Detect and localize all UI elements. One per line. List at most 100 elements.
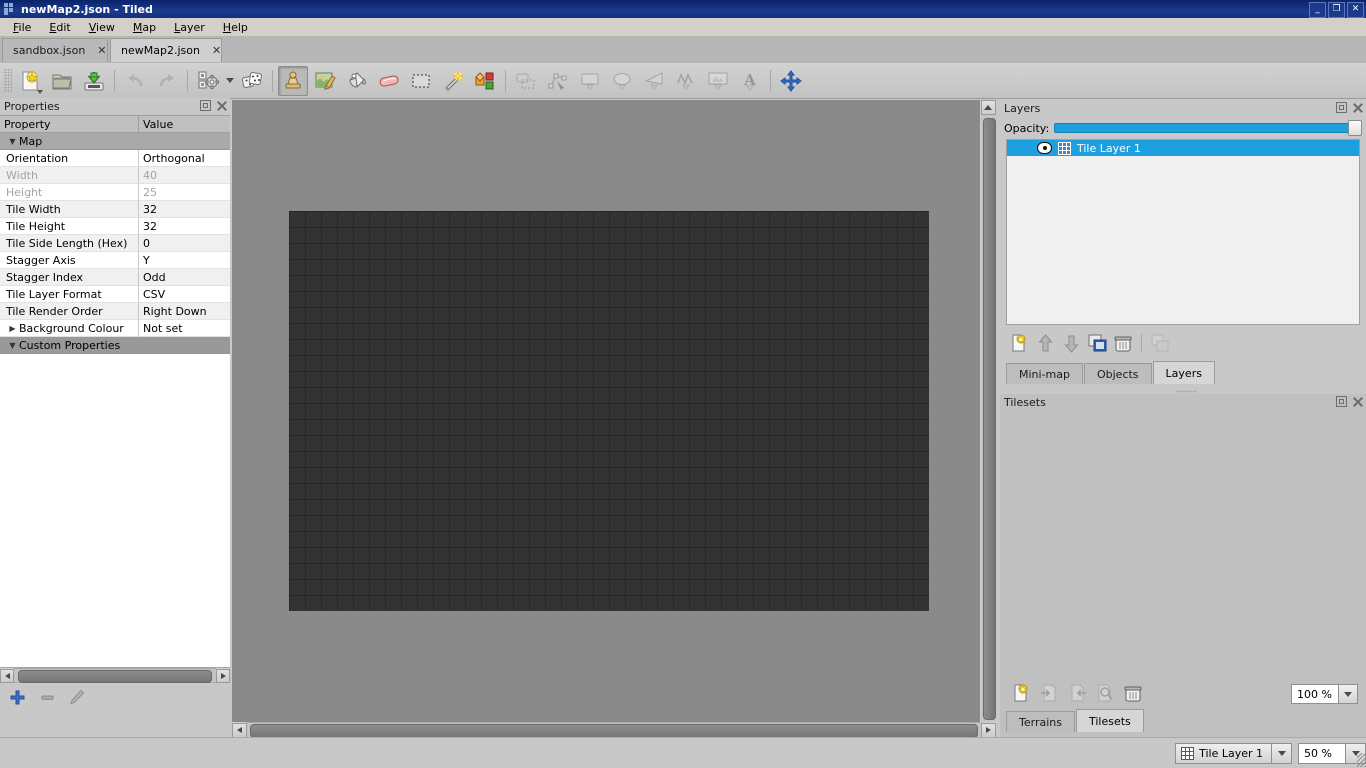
insert-ellipse-tool[interactable]: [607, 66, 637, 96]
property-row-tile-layer-format[interactable]: Tile Layer Format CSV: [0, 286, 230, 303]
document-tab-newmap2[interactable]: newMap2.json ✕: [110, 38, 222, 62]
chevron-down-icon[interactable]: [6, 137, 19, 146]
opacity-slider[interactable]: [1054, 120, 1362, 136]
eye-icon[interactable]: [1037, 142, 1052, 154]
map-properties-button[interactable]: [193, 66, 223, 96]
tab-objects[interactable]: Objects: [1083, 363, 1152, 384]
close-icon[interactable]: ✕: [212, 44, 221, 57]
close-button[interactable]: ✕: [1347, 2, 1364, 18]
insert-tile-tool[interactable]: [703, 66, 733, 96]
terrain-brush-tool[interactable]: [310, 66, 340, 96]
lower-layer-button[interactable]: [1060, 332, 1082, 354]
insert-polyline-tool[interactable]: [671, 66, 701, 96]
scroll-right-button[interactable]: [216, 668, 230, 683]
random-mode-button[interactable]: [237, 66, 267, 96]
opacity-slider-handle[interactable]: [1348, 120, 1362, 136]
export-tileset-button[interactable]: [1066, 682, 1088, 704]
property-row-tile-render-order[interactable]: Tile Render Order Right Down: [0, 303, 230, 320]
float-panel-icon[interactable]: [1336, 102, 1347, 113]
close-icon[interactable]: ✕: [97, 44, 106, 57]
new-map-button[interactable]: [15, 66, 45, 96]
canvas-vscroll-thumb[interactable]: [982, 118, 996, 720]
property-row-height[interactable]: Height 25: [0, 184, 230, 201]
window-resize-grip[interactable]: [1357, 753, 1366, 767]
remove-tileset-button[interactable]: [1122, 682, 1144, 704]
current-layer-selector[interactable]: Tile Layer 1: [1175, 742, 1292, 764]
duplicate-layer-button[interactable]: [1086, 332, 1108, 354]
map-tile-grid[interactable]: [289, 211, 929, 611]
raise-layer-button[interactable]: [1034, 332, 1056, 354]
menu-help[interactable]: Help: [214, 19, 257, 36]
scroll-right-button[interactable]: [981, 722, 996, 738]
property-row-width[interactable]: Width 40: [0, 167, 230, 184]
scroll-left-button[interactable]: [0, 668, 14, 683]
bucket-fill-tool[interactable]: [342, 66, 372, 96]
tileset-zoom-combo[interactable]: 100 %: [1291, 684, 1358, 704]
import-tileset-button[interactable]: [1038, 682, 1060, 704]
close-panel-icon[interactable]: [216, 100, 227, 111]
edit-tileset-button[interactable]: [1094, 682, 1116, 704]
scroll-left-button[interactable]: [232, 722, 247, 738]
rectangular-select-tool[interactable]: [406, 66, 436, 96]
restore-button[interactable]: ❐: [1328, 2, 1345, 18]
edit-property-button[interactable]: [68, 688, 86, 706]
insert-text-tool[interactable]: A: [735, 66, 765, 96]
open-map-button[interactable]: [47, 66, 77, 96]
property-row-tile-width[interactable]: Tile Width 32: [0, 201, 230, 218]
chevron-down-icon[interactable]: [37, 89, 43, 94]
property-row-tile-height[interactable]: Tile Height 32: [0, 218, 230, 235]
dock-splitter-handle[interactable]: [1175, 390, 1197, 393]
canvas-hscrollbar[interactable]: [232, 722, 996, 738]
tab-mini-map[interactable]: Mini-map: [1006, 363, 1083, 384]
float-panel-icon[interactable]: [1336, 396, 1347, 407]
tab-terrains[interactable]: Terrains: [1006, 711, 1075, 732]
menu-edit[interactable]: Edit: [40, 19, 79, 36]
close-panel-icon[interactable]: [1352, 102, 1363, 113]
properties-hscroll-thumb[interactable]: [18, 670, 212, 683]
chevron-down-icon[interactable]: [1339, 684, 1358, 704]
remove-property-button[interactable]: [38, 688, 56, 706]
edit-polygons-tool[interactable]: [543, 66, 573, 96]
new-tileset-button[interactable]: [1010, 682, 1032, 704]
stamp-brush-tool[interactable]: [278, 65, 308, 96]
properties-hscrollbar[interactable]: [0, 667, 230, 683]
menu-layer[interactable]: Layer: [165, 19, 214, 36]
scroll-up-button[interactable]: [980, 100, 996, 115]
tileset-zoom-value[interactable]: 100 %: [1291, 684, 1339, 704]
map-properties-dropdown[interactable]: [224, 67, 236, 95]
delete-layer-button[interactable]: [1112, 332, 1134, 354]
select-objects-tool[interactable]: [511, 66, 541, 96]
menu-file[interactable]: File: [4, 19, 40, 36]
document-tab-sandbox[interactable]: sandbox.json ✕: [2, 38, 108, 62]
chevron-down-icon[interactable]: [1272, 742, 1292, 764]
save-map-button[interactable]: [79, 66, 109, 96]
layer-list-item[interactable]: Tile Layer 1: [1007, 140, 1359, 156]
redo-button[interactable]: [152, 66, 182, 96]
property-row-stagger-axis[interactable]: Stagger Axis Y: [0, 252, 230, 269]
current-layer-face[interactable]: Tile Layer 1: [1175, 742, 1272, 764]
map-zoom-value[interactable]: 50 %: [1298, 742, 1346, 764]
canvas-vscroll-track[interactable]: [980, 115, 996, 723]
canvas-vscrollbar[interactable]: [980, 100, 996, 738]
add-property-button[interactable]: [8, 688, 26, 706]
canvas-hscroll-track[interactable]: [247, 722, 981, 738]
layer-list[interactable]: Tile Layer 1: [1006, 139, 1360, 325]
minimize-button[interactable]: _: [1309, 2, 1326, 18]
merge-layer-down-button[interactable]: [1149, 332, 1171, 354]
new-layer-button[interactable]: [1008, 332, 1030, 354]
chevron-right-icon[interactable]: [6, 324, 19, 333]
tilesets-content-area[interactable]: [1000, 411, 1366, 681]
tab-layers[interactable]: Layers: [1152, 361, 1215, 384]
toolbar-grip[interactable]: [3, 68, 12, 93]
insert-polygon-tool[interactable]: [639, 66, 669, 96]
canvas-hscroll-thumb[interactable]: [250, 724, 978, 738]
property-row-background-colour[interactable]: Background Colour Not set: [0, 320, 230, 337]
pan-tool[interactable]: [776, 66, 806, 96]
property-group-map[interactable]: Map: [0, 133, 230, 150]
property-row-tile-side-length[interactable]: Tile Side Length (Hex) 0: [0, 235, 230, 252]
properties-hscroll-track[interactable]: [14, 668, 216, 683]
float-panel-icon[interactable]: [200, 100, 211, 111]
property-row-stagger-index[interactable]: Stagger Index Odd: [0, 269, 230, 286]
close-panel-icon[interactable]: [1352, 396, 1363, 407]
eraser-tool[interactable]: [374, 66, 404, 96]
